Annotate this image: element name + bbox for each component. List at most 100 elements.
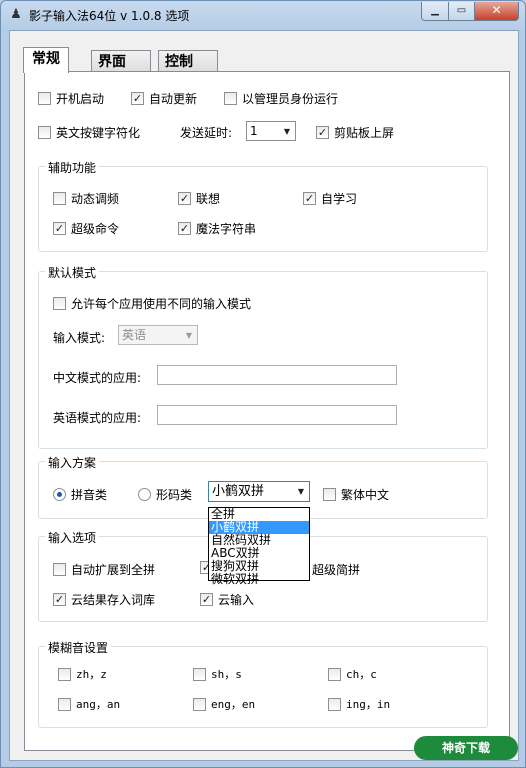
fuzzy-zh-z-checkbox[interactable]: zh，z bbox=[58, 666, 107, 682]
checkbox-box: ✓ bbox=[131, 92, 144, 105]
checkbox-label: 英文按键字符化 bbox=[56, 126, 141, 140]
per-app-mode-checkbox[interactable]: 允许每个应用使用不同的输入模式 bbox=[53, 295, 251, 312]
minimize-button[interactable]: ▁ bbox=[421, 2, 449, 21]
chevron-down-icon: ▼ bbox=[185, 330, 193, 340]
watermark-logo: 神奇下载 bbox=[414, 736, 518, 760]
chinese-apps-label: 中文模式的应用: bbox=[53, 371, 142, 385]
input-mode-label: 输入模式: bbox=[53, 331, 106, 345]
checkbox-box bbox=[224, 92, 237, 105]
assist-group: 辅助功能 bbox=[38, 159, 488, 252]
fuzzy-ang-an-checkbox[interactable]: ang，an bbox=[58, 696, 120, 712]
checkbox-label: 开机启动 bbox=[56, 92, 105, 106]
checkbox-box bbox=[328, 667, 341, 681]
checkbox-box bbox=[38, 126, 51, 139]
checkbox-label: 云输入 bbox=[218, 593, 255, 607]
checkbox-box bbox=[38, 92, 51, 105]
checkbox-box: ✓ bbox=[178, 222, 191, 235]
app-icon: ♟ bbox=[10, 7, 22, 22]
association-checkbox[interactable]: ✓ 联想 bbox=[178, 190, 220, 207]
window-title: 影子输入法64位 v 1.0.8 选项 bbox=[29, 9, 190, 23]
dropdown-option[interactable]: 微软双拼 bbox=[209, 573, 309, 586]
checkbox-box bbox=[53, 563, 66, 576]
checkbox-box: ✓ bbox=[303, 192, 316, 205]
shape-code-radio[interactable]: 形码类 bbox=[138, 486, 192, 503]
fuzzy-ch-c-checkbox[interactable]: ch，c bbox=[328, 666, 377, 682]
checkbox-label: 联想 bbox=[196, 192, 221, 206]
checkbox-label: 剪贴板上屏 bbox=[334, 126, 395, 140]
radio-circle bbox=[138, 488, 151, 501]
tab-control[interactable]: 控制 bbox=[158, 50, 218, 73]
magic-string-checkbox[interactable]: ✓ 魔法字符串 bbox=[178, 220, 256, 237]
scheme-dropdown-list: 全拼 小鹤双拼 自然码双拼 ABC双拼 搜狗双拼 微软双拼 bbox=[208, 507, 310, 586]
checkbox-label: 允许每个应用使用不同的输入模式 bbox=[71, 297, 252, 311]
fuzzy-sh-s-checkbox[interactable]: sh，s bbox=[193, 666, 242, 682]
group-title: 输入选项 bbox=[45, 529, 100, 546]
radio-circle bbox=[53, 488, 66, 501]
fuzzy-eng-en-checkbox[interactable]: eng，en bbox=[193, 696, 255, 712]
cloud-input-checkbox[interactable]: ✓ 云输入 bbox=[200, 591, 254, 608]
checkbox-box bbox=[323, 488, 336, 501]
chevron-down-icon: ▼ bbox=[297, 487, 305, 496]
auto-expand-checkbox[interactable]: 自动扩展到全拼 bbox=[53, 561, 155, 578]
checkbox-box: ✓ bbox=[53, 593, 66, 606]
checkbox-label: 超级命令 bbox=[71, 222, 120, 236]
tab-general[interactable]: 常规 bbox=[23, 47, 69, 73]
english-apps-input[interactable] bbox=[157, 405, 397, 425]
send-delay-select[interactable]: 1 ▼ bbox=[246, 121, 296, 141]
checkbox-box: ✓ bbox=[316, 126, 329, 139]
checkbox-label: 云结果存入词库 bbox=[71, 593, 156, 607]
self-learning-checkbox[interactable]: ✓ 自学习 bbox=[303, 190, 357, 207]
chevron-down-icon: ▼ bbox=[283, 126, 291, 136]
fuzzy-ing-in-checkbox[interactable]: ing，in bbox=[328, 696, 390, 712]
checkbox-label: 繁体中文 bbox=[341, 488, 390, 502]
checkbox-label: eng，en bbox=[211, 698, 256, 711]
checkbox-label: 自动更新 bbox=[149, 92, 198, 106]
close-icon: ✕ bbox=[491, 3, 502, 17]
checkbox-box: ✓ bbox=[53, 222, 66, 235]
checkbox-box bbox=[58, 667, 71, 681]
close-button[interactable]: ✕ bbox=[474, 2, 519, 21]
clipboard-screen-checkbox[interactable]: ✓ 剪贴板上屏 bbox=[316, 124, 394, 141]
checkbox-box bbox=[328, 697, 341, 711]
dynamic-freq-checkbox[interactable]: 动态调频 bbox=[53, 190, 119, 207]
group-title: 默认模式 bbox=[45, 264, 100, 281]
cloud-save-checkbox[interactable]: ✓ 云结果存入词库 bbox=[53, 591, 155, 608]
send-delay-value: 1 bbox=[250, 124, 258, 138]
fuzzy-group: 模糊音设置 bbox=[38, 639, 488, 728]
checkbox-box bbox=[193, 697, 206, 711]
input-mode-select[interactable]: 英语 ▼ bbox=[118, 325, 198, 345]
checkbox-label: 魔法字符串 bbox=[196, 222, 257, 236]
checkbox-box bbox=[193, 667, 206, 681]
checkbox-label: ang，an bbox=[76, 698, 121, 711]
checkbox-label: 自学习 bbox=[321, 192, 358, 206]
run-as-admin-checkbox[interactable]: 以管理员身份运行 bbox=[224, 90, 338, 107]
pinyin-radio[interactable]: 拼音类 bbox=[53, 486, 107, 503]
group-title: 模糊音设置 bbox=[45, 639, 112, 656]
checkbox-box bbox=[58, 697, 71, 711]
checkbox-label: ing，in bbox=[346, 698, 391, 711]
group-title: 输入方案 bbox=[45, 454, 100, 471]
radio-label: 形码类 bbox=[156, 488, 193, 502]
tab-interface[interactable]: 界面 bbox=[91, 50, 151, 73]
checkbox-box: ✓ bbox=[178, 192, 191, 205]
scheme-select[interactable]: 小鹤双拼 ▼ bbox=[208, 481, 310, 502]
radio-label: 拼音类 bbox=[71, 488, 108, 502]
checkbox-box bbox=[53, 192, 66, 205]
chinese-apps-input[interactable] bbox=[157, 365, 397, 385]
send-delay-label: 发送延时: bbox=[180, 126, 233, 140]
maximize-icon: ▭ bbox=[456, 5, 467, 16]
super-jianpin-label: 超级简拼 bbox=[312, 563, 361, 577]
checkbox-box bbox=[53, 297, 66, 310]
auto-update-checkbox[interactable]: ✓ 自动更新 bbox=[131, 90, 197, 107]
english-apps-label: 英语模式的应用: bbox=[53, 411, 142, 425]
checkbox-label: 自动扩展到全拼 bbox=[71, 563, 156, 577]
super-command-checkbox[interactable]: ✓ 超级命令 bbox=[53, 220, 119, 237]
checkbox-label: 以管理员身份运行 bbox=[242, 92, 339, 106]
input-mode-value: 英语 bbox=[122, 328, 147, 342]
traditional-chinese-checkbox[interactable]: 繁体中文 bbox=[323, 486, 389, 503]
startup-checkbox[interactable]: 开机启动 bbox=[38, 90, 104, 107]
checkbox-label: ch，c bbox=[346, 668, 377, 681]
title-bar[interactable]: ♟ 影子输入法64位 v 1.0.8 选项 ▁ ▭ ✕ bbox=[1, 1, 525, 29]
maximize-button[interactable]: ▭ bbox=[448, 2, 475, 21]
english-key-char-checkbox[interactable]: 英文按键字符化 bbox=[38, 124, 140, 141]
